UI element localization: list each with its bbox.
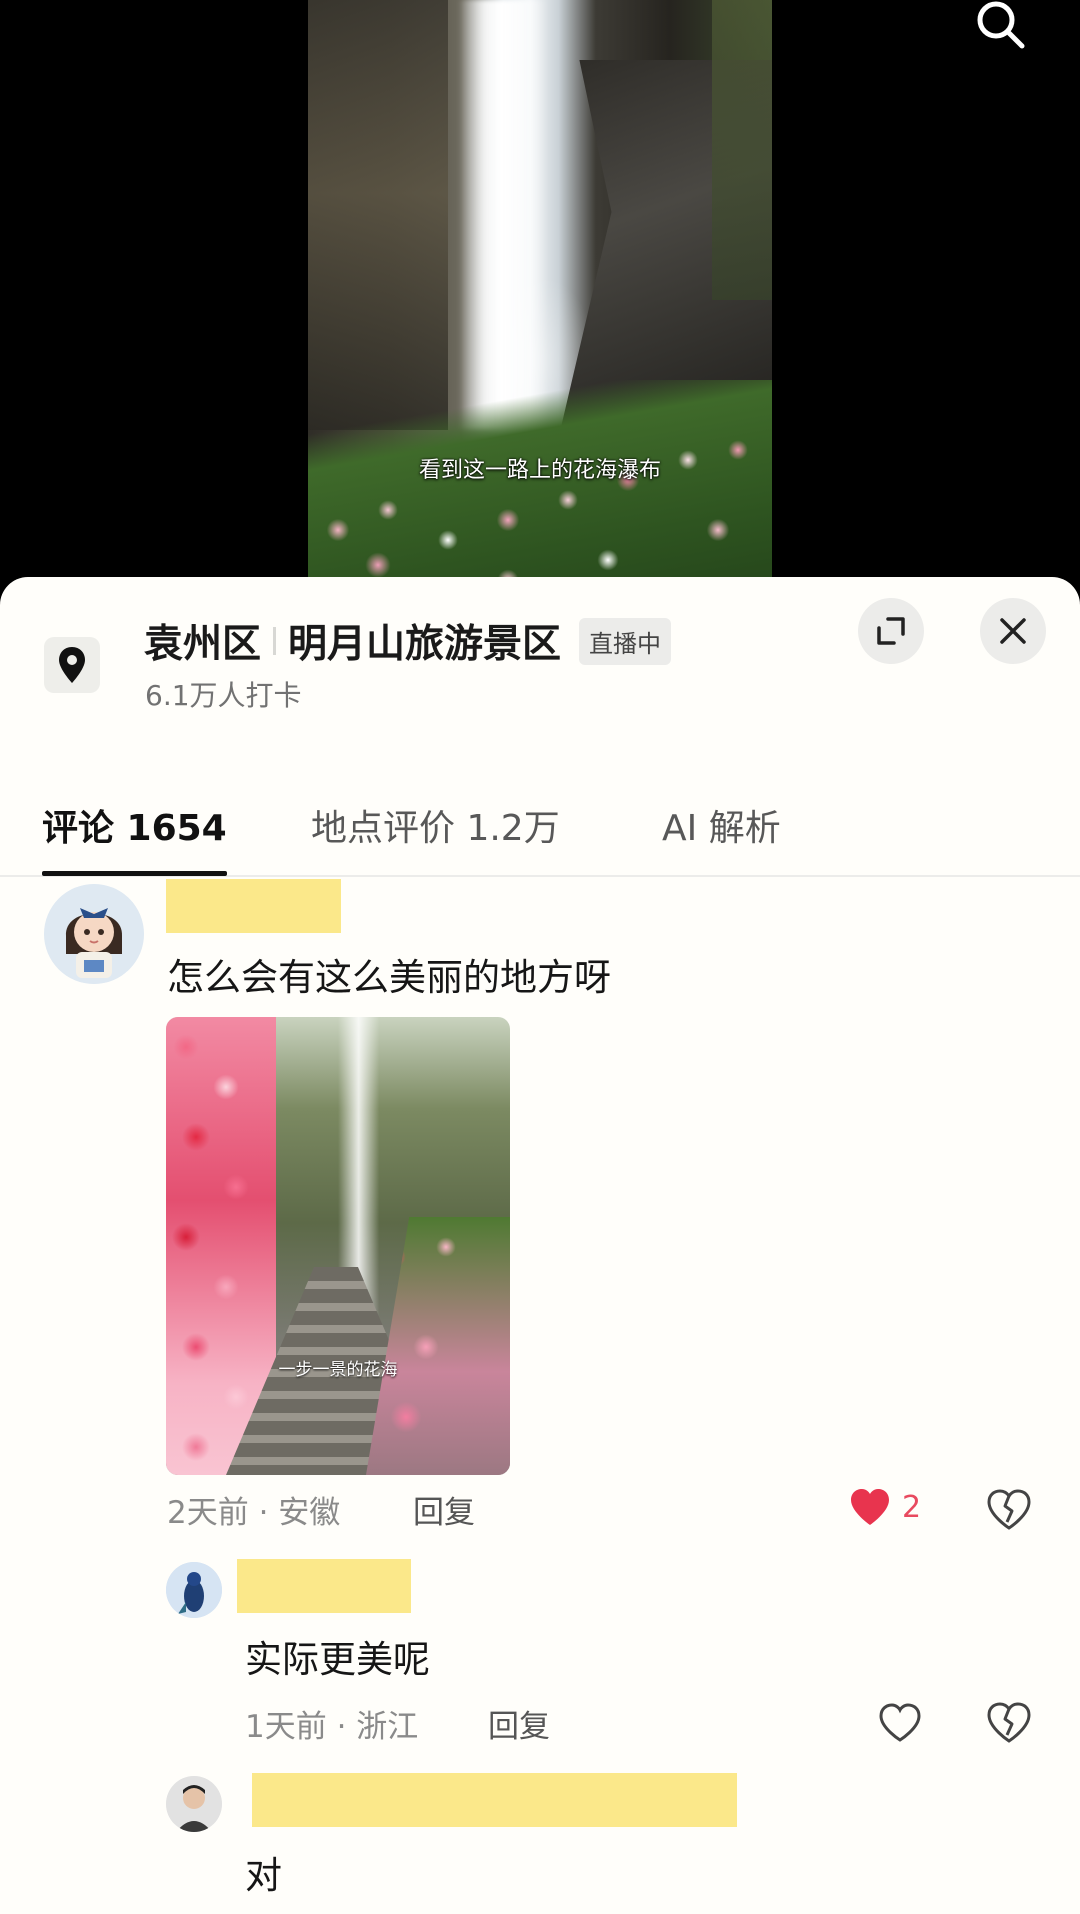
photo-caption: 一步一景的花海 <box>278 1360 398 1380</box>
close-button[interactable] <box>980 598 1046 664</box>
live-badge[interactable]: 直播中 <box>579 617 672 665</box>
tab-ai-analysis[interactable]: AI 解析 <box>662 767 781 877</box>
username-redacted <box>237 1559 411 1613</box>
like-button[interactable]: 2 <box>848 1487 921 1527</box>
search-icon[interactable] <box>968 0 1028 55</box>
comment-text: 怎么会有这么美丽的地方呀 <box>167 956 611 999</box>
video-moss <box>712 0 772 300</box>
avatar[interactable] <box>166 1776 222 1832</box>
tab-comments[interactable]: 评论 1654 <box>42 767 227 877</box>
video-player[interactable]: 看到这一路上的花海瀑布 <box>0 0 1080 600</box>
video-frame[interactable]: 看到这一路上的花海瀑布 <box>308 0 772 600</box>
tab-bar: 评论 1654 地点评价 1.2万 AI 解析 <box>0 767 1080 877</box>
reply-button[interactable]: 回复 <box>488 1701 550 1746</box>
reply-text: 实际更美呢 <box>245 1638 430 1681</box>
video-flowers <box>308 380 772 600</box>
broken-heart-icon <box>987 1489 1031 1530</box>
expand-button[interactable] <box>858 598 924 664</box>
video-subtitle: 看到这一路上的花海瀑布 <box>418 458 661 483</box>
reply-text: 对 <box>245 1854 282 1897</box>
dislike-button[interactable] <box>986 1702 1032 1748</box>
active-tab-indicator <box>42 871 227 876</box>
broken-heart-icon <box>987 1702 1031 1743</box>
username-redacted <box>252 1773 737 1827</box>
dislike-button[interactable] <box>986 1489 1032 1535</box>
close-icon <box>1000 618 1026 644</box>
reply-button[interactable]: 回复 <box>413 1487 475 1532</box>
location-pin-icon <box>44 637 100 693</box>
expand-icon <box>877 617 905 645</box>
heart-outline-icon <box>879 1703 921 1742</box>
comments-sheet: 袁州区 明月山旅游景区 直播中 6.1万人打卡 评论 1654 地点评价 1.2… <box>0 577 1080 1914</box>
like-count: 2 <box>902 1489 922 1525</box>
photo-flower-rail <box>366 1217 510 1475</box>
heart-filled-icon <box>851 1489 889 1525</box>
video-rock-left <box>308 0 448 430</box>
avatar[interactable] <box>44 884 144 984</box>
location-district: 袁州区 <box>144 622 262 667</box>
username-redacted <box>166 879 341 933</box>
reply-time-location: 1天前 · 浙江 <box>245 1709 419 1745</box>
comment-photo[interactable]: 一步一景的花海 <box>166 1017 510 1475</box>
checkin-count: 6.1万人打卡 <box>145 679 302 712</box>
video-waterfall <box>458 0 548 430</box>
title-divider <box>273 627 277 655</box>
location-name: 明月山旅游景区 <box>288 622 562 667</box>
like-button[interactable] <box>878 1703 922 1747</box>
location-title[interactable]: 袁州区 明月山旅游景区 直播中 <box>144 613 672 669</box>
avatar[interactable] <box>166 1562 222 1618</box>
comment-time-location: 2天前 · 安徽 <box>167 1495 341 1531</box>
tab-place-reviews[interactable]: 地点评价 1.2万 <box>311 767 560 877</box>
